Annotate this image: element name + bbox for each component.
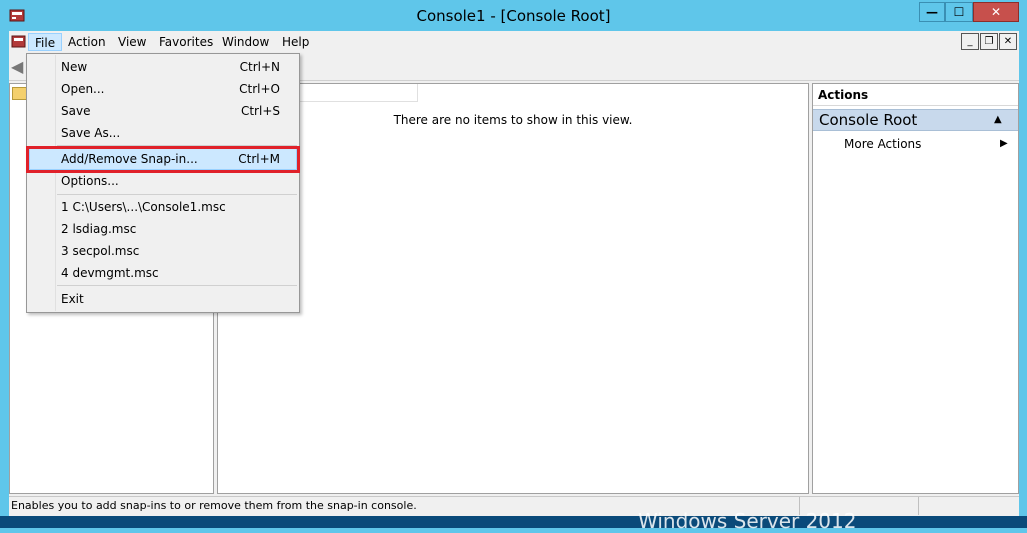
- menu-item-options[interactable]: Options...: [61, 171, 119, 191]
- results-pane[interactable]: [217, 83, 809, 494]
- annotation-highlight-box: [26, 146, 300, 173]
- minimize-button[interactable]: —: [919, 2, 945, 22]
- status-text: Enables you to add snap-ins to or remove…: [11, 499, 417, 512]
- menu-item-new[interactable]: New: [61, 57, 87, 77]
- close-button[interactable]: ✕: [973, 2, 1019, 22]
- menu-item-recent-4[interactable]: 4 devmgmt.msc: [61, 263, 159, 283]
- desktop-background: [0, 516, 1027, 528]
- menu-item-exit[interactable]: Exit: [61, 289, 84, 309]
- menu-item-recent-2[interactable]: 2 lsdiag.msc: [61, 219, 136, 239]
- menu-item-save-as[interactable]: Save As...: [61, 123, 120, 143]
- menu-item-recent-3[interactable]: 3 secpol.msc: [61, 241, 139, 261]
- menu-separator: [57, 194, 297, 195]
- menu-item-save[interactable]: Save: [61, 101, 90, 121]
- mdi-minimize-button[interactable]: _: [961, 33, 979, 50]
- collapse-up-icon[interactable]: ▲: [994, 110, 1006, 130]
- shortcut-save: Ctrl+S: [240, 104, 280, 118]
- folder-icon[interactable]: [12, 87, 27, 100]
- menu-favorites[interactable]: Favorites: [153, 33, 219, 51]
- menu-separator: [57, 285, 297, 286]
- menu-item-recent-1[interactable]: 1 C:\Users\...\Console1.msc: [61, 197, 226, 217]
- maximize-button[interactable]: ☐: [945, 2, 973, 22]
- submenu-arrow-icon: ▶: [1000, 138, 1008, 149]
- menu-help[interactable]: Help: [276, 33, 315, 51]
- menu-item-open[interactable]: Open...: [61, 79, 105, 99]
- back-arrow-icon[interactable]: ◀: [11, 59, 27, 75]
- actions-section-label: Console Root: [819, 111, 918, 129]
- menu-view[interactable]: View: [112, 33, 152, 51]
- more-actions-item[interactable]: More Actions: [844, 136, 921, 152]
- desktop-watermark: Windows Server 2012: [638, 509, 857, 533]
- menu-window[interactable]: Window: [216, 33, 275, 51]
- menu-action[interactable]: Action: [62, 33, 112, 51]
- empty-view-message: There are no items to show in this view.: [393, 113, 633, 127]
- window-title: Console1 - [Console Root]: [416, 7, 611, 25]
- status-divider: [918, 497, 919, 515]
- actions-title: Actions: [813, 84, 1018, 106]
- mdi-restore-button[interactable]: ❐: [980, 33, 998, 50]
- menu-file[interactable]: File: [28, 33, 63, 51]
- mdi-close-button[interactable]: ✕: [999, 33, 1017, 50]
- console-menu-icon[interactable]: [11, 34, 26, 49]
- shortcut-open: Ctrl+O: [239, 82, 280, 96]
- shortcut-new: Ctrl+N: [239, 60, 280, 74]
- menu-gutter: [55, 55, 56, 311]
